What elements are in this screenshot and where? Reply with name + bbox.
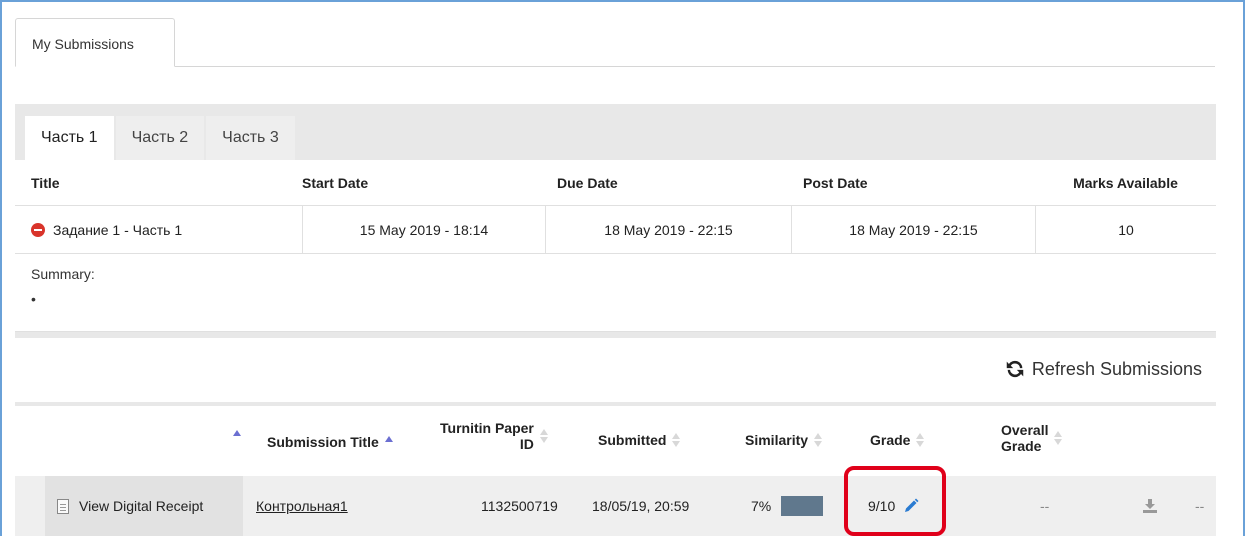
assignment-summary: Summary: • [15,254,1216,332]
similarity-value: 7% [751,498,772,514]
header-submitted[interactable]: Submitted [598,432,681,448]
header-paper-id[interactable]: Turnitin Paper ID [440,420,548,452]
assignment-due-date: 18 May 2019 - 22:15 [545,206,791,253]
sort-both-icon [814,433,823,447]
sort-up-icon [384,436,393,442]
header-start-date: Start Date [302,174,369,191]
summary-label: Summary: [31,266,95,282]
tab-part-1[interactable]: Часть 1 [25,116,114,160]
tab-part-3[interactable]: Часть 3 [206,116,295,160]
paper-id: 1132500719 [481,498,558,514]
header-title: Title [31,174,60,191]
assignment-marks: 10 [1035,206,1216,253]
grade-highlight-box [844,466,946,536]
overall-grade: -- [1040,498,1050,514]
row-last-cell: -- [1195,498,1205,514]
header-submitted-label: Submitted [598,432,667,448]
refresh-bar: Refresh Submissions [15,338,1216,402]
header-grade-label: Grade [870,432,911,448]
assignment-row: Задание 1 - Часть 1 15 May 2019 - 18:14 … [15,206,1216,254]
header-similarity[interactable]: Similarity [745,432,823,448]
header-submission-title-label: Submission Title [267,434,379,450]
download-icon[interactable] [1143,499,1157,513]
assignment-post-date: 18 May 2019 - 22:15 [791,206,1035,253]
similarity-bar[interactable] [781,496,824,516]
header-submission-title[interactable]: Submission Title [267,434,393,450]
similarity-cell[interactable]: 7% [751,476,824,536]
refresh-submissions-button[interactable]: Refresh Submissions [1004,358,1202,380]
summary-bullet: • [31,291,36,307]
submitted-date: 18/05/19, 20:59 [592,498,690,514]
status-minus-icon [31,222,45,237]
download-cell[interactable] [1143,476,1157,536]
submission-title-link[interactable]: Контрольная1 [256,498,348,514]
header-post-date: Post Date [803,174,868,191]
header-overall-line2: Grade [1001,438,1042,454]
submissions-table: Submission Title Turnitin Paper ID Submi… [15,406,1216,536]
header-similarity-label: Similarity [745,432,809,448]
receipt-label: View Digital Receipt [79,498,204,514]
header-overall-grade[interactable]: Overall Grade [1001,422,1063,454]
header-due-date: Due Date [557,174,618,191]
assignment-title: Задание 1 - Часть 1 [53,221,183,238]
header-grade[interactable]: Grade [870,432,925,448]
sort-up-icon [233,430,241,436]
top-tab-bar: My Submissions [15,18,1215,67]
document-icon [57,498,69,514]
header-marks-available: Marks Available [1073,174,1178,191]
sort-both-icon [916,433,925,447]
header-paper-id-line1: Turnitin Paper [440,420,534,436]
sort-both-icon [539,429,548,443]
submission-title-cell: Контрольная1 [256,476,348,536]
sort-both-icon [672,433,681,447]
sort-column-first[interactable] [227,430,241,436]
tab-part-2[interactable]: Часть 2 [115,116,205,160]
submissions-header-row: Submission Title Turnitin Paper ID Submi… [15,406,1216,476]
assignment-title-cell: Задание 1 - Часть 1 [15,222,302,238]
header-overall-line1: Overall [1001,422,1049,438]
part-panel: Часть 1 Часть 2 Часть 3 Title Start Date… [15,104,1216,536]
submission-row: View Digital Receipt Контрольная1 113250… [15,476,1216,536]
part-tabs: Часть 1 Часть 2 Часть 3 [25,116,297,160]
refresh-icon [1006,360,1024,378]
assignment-start-date: 15 May 2019 - 18:14 [302,206,545,253]
tab-my-submissions[interactable]: My Submissions [15,18,175,67]
assignment-header-row: Title Start Date Due Date Post Date Mark… [15,160,1216,206]
header-paper-id-line2: ID [519,436,534,452]
view-digital-receipt-button[interactable]: View Digital Receipt [45,476,243,536]
sort-both-icon [1054,431,1063,445]
assignment-table: Title Start Date Due Date Post Date Mark… [15,160,1216,332]
refresh-label: Refresh Submissions [1031,358,1202,379]
